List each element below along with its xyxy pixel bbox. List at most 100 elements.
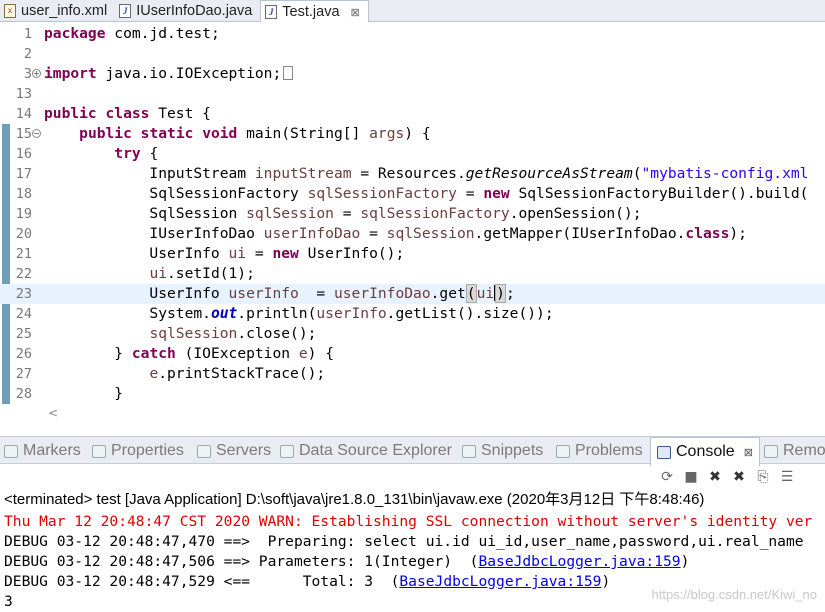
code-text: SqlSession sqlSession = sqlSessionFactor… [44, 205, 642, 222]
code-text: IUserInfoDao userInfoDao = sqlSession.ge… [44, 225, 747, 242]
tab-label: Data Source Explorer [299, 442, 452, 459]
tab-problems[interactable]: Problems [556, 437, 643, 465]
tab-label: user_info.xml [21, 3, 108, 19]
tab-label: Problems [575, 442, 643, 459]
console-toolbar: ⟳ ■ ✖ ✖ ⎘ ☰ [660, 466, 794, 488]
close-icon[interactable]: ⊠ [351, 6, 360, 19]
code-line: 18 SqlSessionFactory sqlSessionFactory =… [0, 184, 825, 204]
code-line: 24 System.out.println(userInfo.getList()… [0, 304, 825, 324]
tab-label: Servers [216, 442, 272, 459]
code-line: 19 SqlSession sqlSession = sqlSessionFac… [0, 204, 825, 224]
tab-label: Snippets [481, 442, 544, 459]
code-text: InputStream inputStream = Resources.getR… [44, 165, 809, 182]
console-output[interactable]: <terminated> test [Java Application] D:\… [0, 488, 825, 612]
code-text: UserInfo ui = new UserInfo(); [44, 245, 405, 262]
tab-data-source-explorer[interactable]: Data Source Explorer [280, 437, 452, 465]
terminate-icon[interactable]: ■ [684, 469, 698, 485]
tab-label: Properties [111, 442, 184, 459]
line-number: 23 [15, 286, 32, 302]
remote-systems-icon [764, 444, 778, 458]
scroll-left-icon[interactable]: < [48, 406, 58, 420]
tab-servers[interactable]: Servers [197, 437, 271, 465]
code-text: UserInfo userInfo = userInfoDao.get(ui); [44, 284, 515, 303]
java-file-icon: J [265, 5, 278, 19]
line-number: 21 [15, 246, 32, 262]
code-text: public static void main(String[] args) { [79, 125, 431, 142]
line-number: 25 [15, 326, 32, 342]
code-text: package com.jd.test; [44, 25, 220, 42]
console-line: DEBUG 03-12 20:48:47,506 ==> Parameters:… [4, 552, 689, 572]
source-link[interactable]: BaseJdbcLogger.java:159 [478, 553, 680, 570]
properties-icon [92, 444, 106, 458]
code-line: 22 ui.setId(1); [0, 264, 825, 284]
tab-iuserinfodao-java[interactable]: J IUserInfoDao.java [115, 0, 260, 22]
code-text: try { [114, 145, 159, 162]
line-number: 16 [15, 146, 32, 162]
line-number: 3 [23, 66, 32, 82]
scroll-lock-icon[interactable]: ⎘ [756, 469, 770, 485]
editor-tab-bar: x user_info.xml J IUserInfoDao.java J Te… [0, 0, 825, 23]
tab-properties[interactable]: Properties [92, 437, 184, 465]
remove-all-terminated-icon[interactable]: ✖ [732, 469, 746, 485]
line-number: 14 [15, 106, 32, 122]
code-line: 28 } [0, 384, 825, 404]
servers-icon [197, 444, 211, 458]
code-line: 21 UserInfo ui = new UserInfo(); [0, 244, 825, 264]
line-number: 20 [15, 226, 32, 242]
code-editor[interactable]: 1 package com.jd.test; 2 3 + import java… [0, 22, 825, 408]
fold-collapse-icon[interactable]: − [32, 129, 41, 138]
collapsed-imports-icon[interactable] [283, 66, 294, 80]
line-number: 22 [15, 266, 32, 282]
line-number: 19 [15, 206, 32, 222]
remove-launch-icon[interactable]: ✖ [708, 469, 722, 485]
code-line: 27 e.printStackTrace(); [0, 364, 825, 384]
close-icon[interactable]: ⊠ [744, 446, 753, 459]
snippets-icon [462, 444, 476, 458]
line-number: 27 [15, 366, 32, 382]
line-number: 26 [15, 346, 32, 362]
tab-remote-systems[interactable]: Remo [764, 437, 825, 465]
line-number: 28 [15, 386, 32, 402]
link-with-process-icon[interactable]: ⟳ [660, 469, 674, 485]
tab-markers[interactable]: Markers [4, 437, 81, 465]
source-link[interactable]: BaseJdbcLogger.java:159 [399, 573, 601, 590]
tab-test-java[interactable]: J Test.java ⊠ [260, 0, 369, 23]
code-text: System.out.println(userInfo.getList().si… [44, 305, 554, 322]
code-line: 16 try { [0, 144, 825, 164]
tab-user-info-xml[interactable]: x user_info.xml [0, 0, 115, 22]
console-line: 3 [4, 593, 13, 610]
markers-icon [4, 444, 18, 458]
console-line-tail: ) [680, 553, 690, 570]
view-tab-bar: Markers Properties Servers Data Source E… [0, 436, 825, 466]
tab-label: Markers [23, 442, 81, 459]
xml-file-icon: x [4, 4, 16, 18]
console-line-text: DEBUG 03-12 20:48:47,506 ==> Parameters:… [4, 553, 479, 570]
data-source-explorer-icon [280, 444, 294, 458]
tab-snippets[interactable]: Snippets [462, 437, 543, 465]
code-text: SqlSessionFactory sqlSessionFactory = ne… [44, 185, 809, 202]
code-line: 13 [0, 84, 825, 104]
code-line: 15 − public static void main(String[] ar… [0, 124, 825, 144]
word-wrap-icon[interactable]: ☰ [780, 469, 794, 485]
problems-icon [556, 444, 570, 458]
console-line: DEBUG 03-12 20:48:47,529 <== Total: 3 (B… [4, 572, 610, 592]
tab-label: IUserInfoDao.java [136, 3, 253, 19]
code-line: 14 public class Test { [0, 104, 825, 124]
code-text: ui.setId(1); [149, 265, 255, 282]
console-line: Thu Mar 12 20:48:47 CST 2020 WARN: Estab… [4, 513, 813, 530]
code-text: public class Test { [44, 105, 211, 122]
console-line-text: DEBUG 03-12 20:48:47,529 <== Total: 3 ( [4, 573, 400, 590]
current-code-line: 23 UserInfo userInfo = userInfoDao.get(u… [0, 284, 825, 304]
watermark: https://blog.csdn.net/Kiwi_no [651, 587, 818, 602]
code-text: e.printStackTrace(); [149, 365, 326, 382]
line-number: 17 [15, 166, 32, 182]
code-text: sqlSession.close(); [149, 325, 317, 342]
line-number: 2 [23, 46, 32, 62]
line-number: 1 [23, 26, 32, 42]
horizontal-scrollbar[interactable]: < [44, 406, 825, 422]
tab-console[interactable]: Console ⊠ [650, 437, 760, 466]
fold-expand-icon[interactable]: + [32, 69, 41, 78]
code-line: 17 InputStream inputStream = Resources.g… [0, 164, 825, 184]
code-line: 3 + import java.io.IOException; [0, 64, 825, 84]
line-number: 15 [15, 126, 32, 142]
